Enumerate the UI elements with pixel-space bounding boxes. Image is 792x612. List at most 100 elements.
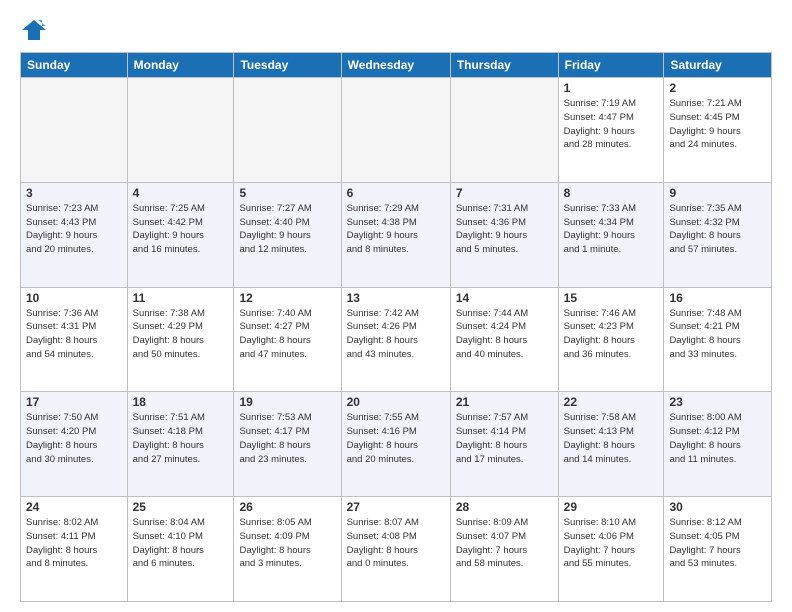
weekday-header-thursday: Thursday bbox=[450, 53, 558, 78]
day-number: 4 bbox=[133, 186, 229, 200]
day-info: Sunrise: 7:44 AM Sunset: 4:24 PM Dayligh… bbox=[456, 307, 553, 362]
calendar-cell: 8Sunrise: 7:33 AM Sunset: 4:34 PM Daylig… bbox=[558, 182, 664, 287]
day-number: 24 bbox=[26, 500, 122, 514]
calendar-cell: 6 Sunrise: 7:29 AM Sunset: 4:38 PM Daylig… bbox=[341, 182, 450, 287]
day-info: Sunrise: 7:23 AM Sunset: 4:43 PM Dayligh… bbox=[26, 202, 122, 257]
day-number: 13 bbox=[347, 291, 445, 305]
day-number: 21 bbox=[456, 395, 553, 409]
day-info: Sunrise: 8:10 AM Sunset: 4:06 PM Dayligh… bbox=[564, 516, 659, 571]
day-number: 25 bbox=[133, 500, 229, 514]
day-info: Sunrise: 7:35 AM Sunset: 4:32 PM Dayligh… bbox=[669, 202, 766, 257]
day-number: 27 bbox=[347, 500, 445, 514]
day-number: 5 bbox=[239, 186, 335, 200]
calendar-cell: 9 Sunrise: 7:35 AM Sunset: 4:32 PM Daylig… bbox=[664, 182, 772, 287]
day-number: 9 bbox=[669, 186, 766, 200]
calendar-cell: 1 Sunrise: 7:19 AM Sunset: 4:47 PM Daylig… bbox=[558, 78, 664, 183]
calendar-cell: 5 Sunrise: 7:27 AM Sunset: 4:40 PM Daylig… bbox=[234, 182, 341, 287]
day-number: 20 bbox=[347, 395, 445, 409]
day-number: 30 bbox=[669, 500, 766, 514]
calendar-cell: 21 Sunrise: 7:57 AM Sunset: 4:14 PM Dayli… bbox=[450, 392, 558, 497]
calendar-cell: 3 Sunrise: 7:23 AM Sunset: 4:43 PM Daylig… bbox=[21, 182, 128, 287]
calendar-cell: 11 Sunrise: 7:38 AM Sunset: 4:29 PM Dayli… bbox=[127, 287, 234, 392]
day-info: Sunrise: 7:55 AM Sunset: 4:16 PM Dayligh… bbox=[347, 411, 445, 466]
day-info: Sunrise: 7:19 AM Sunset: 4:47 PM Dayligh… bbox=[564, 97, 659, 152]
day-number: 18 bbox=[133, 395, 229, 409]
day-info: Sunrise: 7:38 AM Sunset: 4:29 PM Dayligh… bbox=[133, 307, 229, 362]
day-number: 12 bbox=[239, 291, 335, 305]
calendar-cell: 17 Sunrise: 7:50 AM Sunset: 4:20 PM Dayli… bbox=[21, 392, 128, 497]
calendar-cell: 27 Sunrise: 8:07 AM Sunset: 4:08 PM Dayli… bbox=[341, 497, 450, 602]
day-info: Sunrise: 7:51 AM Sunset: 4:18 PM Dayligh… bbox=[133, 411, 229, 466]
calendar-cell bbox=[21, 78, 128, 183]
calendar-cell: 22 Sunrise: 7:58 AM Sunset: 4:13 PM Dayli… bbox=[558, 392, 664, 497]
calendar-cell: 2Sunrise: 7:21 AM Sunset: 4:45 PM Daylig… bbox=[664, 78, 772, 183]
day-number: 1 bbox=[564, 81, 659, 95]
calendar-cell: 30 Sunrise: 8:12 AM Sunset: 4:05 PM Dayli… bbox=[664, 497, 772, 602]
day-number: 6 bbox=[347, 186, 445, 200]
day-number: 16 bbox=[669, 291, 766, 305]
day-number: 8 bbox=[564, 186, 659, 200]
calendar-cell: 7Sunrise: 7:31 AM Sunset: 4:36 PM Daylig… bbox=[450, 182, 558, 287]
day-number: 3 bbox=[26, 186, 122, 200]
calendar-cell: 20 Sunrise: 7:55 AM Sunset: 4:16 PM Dayli… bbox=[341, 392, 450, 497]
calendar-cell: 4 Sunrise: 7:25 AM Sunset: 4:42 PM Daylig… bbox=[127, 182, 234, 287]
day-info: Sunrise: 7:25 AM Sunset: 4:42 PM Dayligh… bbox=[133, 202, 229, 257]
day-info: Sunrise: 7:48 AM Sunset: 4:21 PM Dayligh… bbox=[669, 307, 766, 362]
day-info: Sunrise: 8:05 AM Sunset: 4:09 PM Dayligh… bbox=[239, 516, 335, 571]
calendar-cell: 23Sunrise: 8:00 AM Sunset: 4:12 PM Dayli… bbox=[664, 392, 772, 497]
weekday-header-wednesday: Wednesday bbox=[341, 53, 450, 78]
calendar-cell: 13Sunrise: 7:42 AM Sunset: 4:26 PM Dayli… bbox=[341, 287, 450, 392]
day-info: Sunrise: 7:21 AM Sunset: 4:45 PM Dayligh… bbox=[669, 97, 766, 152]
page: SundayMondayTuesdayWednesdayThursdayFrid… bbox=[0, 0, 792, 612]
day-number: 7 bbox=[456, 186, 553, 200]
day-number: 15 bbox=[564, 291, 659, 305]
weekday-header-sunday: Sunday bbox=[21, 53, 128, 78]
calendar-cell: 16 Sunrise: 7:48 AM Sunset: 4:21 PM Dayli… bbox=[664, 287, 772, 392]
day-info: Sunrise: 7:58 AM Sunset: 4:13 PM Dayligh… bbox=[564, 411, 659, 466]
calendar-cell: 12 Sunrise: 7:40 AM Sunset: 4:27 PM Dayli… bbox=[234, 287, 341, 392]
day-info: Sunrise: 8:07 AM Sunset: 4:08 PM Dayligh… bbox=[347, 516, 445, 571]
calendar-cell: 28 Sunrise: 8:09 AM Sunset: 4:07 PM Dayli… bbox=[450, 497, 558, 602]
day-number: 11 bbox=[133, 291, 229, 305]
calendar-cell: 29 Sunrise: 8:10 AM Sunset: 4:06 PM Dayli… bbox=[558, 497, 664, 602]
day-info: Sunrise: 7:50 AM Sunset: 4:20 PM Dayligh… bbox=[26, 411, 122, 466]
day-info: Sunrise: 8:04 AM Sunset: 4:10 PM Dayligh… bbox=[133, 516, 229, 571]
day-info: Sunrise: 7:29 AM Sunset: 4:38 PM Dayligh… bbox=[347, 202, 445, 257]
calendar-cell: 15 Sunrise: 7:46 AM Sunset: 4:23 PM Dayli… bbox=[558, 287, 664, 392]
day-info: Sunrise: 8:09 AM Sunset: 4:07 PM Dayligh… bbox=[456, 516, 553, 571]
calendar-cell: 25 Sunrise: 8:04 AM Sunset: 4:10 PM Dayli… bbox=[127, 497, 234, 602]
day-number: 10 bbox=[26, 291, 122, 305]
day-number: 17 bbox=[26, 395, 122, 409]
logo bbox=[20, 16, 52, 44]
day-info: Sunrise: 8:02 AM Sunset: 4:11 PM Dayligh… bbox=[26, 516, 122, 571]
calendar-cell: 10 Sunrise: 7:36 AM Sunset: 4:31 PM Dayli… bbox=[21, 287, 128, 392]
calendar-cell bbox=[450, 78, 558, 183]
day-info: Sunrise: 7:53 AM Sunset: 4:17 PM Dayligh… bbox=[239, 411, 335, 466]
day-number: 14 bbox=[456, 291, 553, 305]
weekday-header-monday: Monday bbox=[127, 53, 234, 78]
calendar-cell bbox=[234, 78, 341, 183]
day-info: Sunrise: 7:46 AM Sunset: 4:23 PM Dayligh… bbox=[564, 307, 659, 362]
day-number: 19 bbox=[239, 395, 335, 409]
calendar-cell: 26 Sunrise: 8:05 AM Sunset: 4:09 PM Dayli… bbox=[234, 497, 341, 602]
day-info: Sunrise: 8:12 AM Sunset: 4:05 PM Dayligh… bbox=[669, 516, 766, 571]
calendar-cell: 24 Sunrise: 8:02 AM Sunset: 4:11 PM Dayli… bbox=[21, 497, 128, 602]
day-info: Sunrise: 7:27 AM Sunset: 4:40 PM Dayligh… bbox=[239, 202, 335, 257]
day-number: 26 bbox=[239, 500, 335, 514]
calendar-cell: 14 Sunrise: 7:44 AM Sunset: 4:24 PM Dayli… bbox=[450, 287, 558, 392]
weekday-header-tuesday: Tuesday bbox=[234, 53, 341, 78]
logo-icon bbox=[20, 16, 48, 44]
calendar-cell bbox=[341, 78, 450, 183]
calendar-cell: 18 Sunrise: 7:51 AM Sunset: 4:18 PM Dayli… bbox=[127, 392, 234, 497]
day-info: Sunrise: 7:57 AM Sunset: 4:14 PM Dayligh… bbox=[456, 411, 553, 466]
day-number: 23 bbox=[669, 395, 766, 409]
day-info: Sunrise: 7:36 AM Sunset: 4:31 PM Dayligh… bbox=[26, 307, 122, 362]
weekday-header-friday: Friday bbox=[558, 53, 664, 78]
day-number: 28 bbox=[456, 500, 553, 514]
day-number: 22 bbox=[564, 395, 659, 409]
weekday-header-saturday: Saturday bbox=[664, 53, 772, 78]
calendar-cell bbox=[127, 78, 234, 183]
calendar: SundayMondayTuesdayWednesdayThursdayFrid… bbox=[20, 52, 772, 602]
day-info: Sunrise: 7:40 AM Sunset: 4:27 PM Dayligh… bbox=[239, 307, 335, 362]
day-number: 29 bbox=[564, 500, 659, 514]
